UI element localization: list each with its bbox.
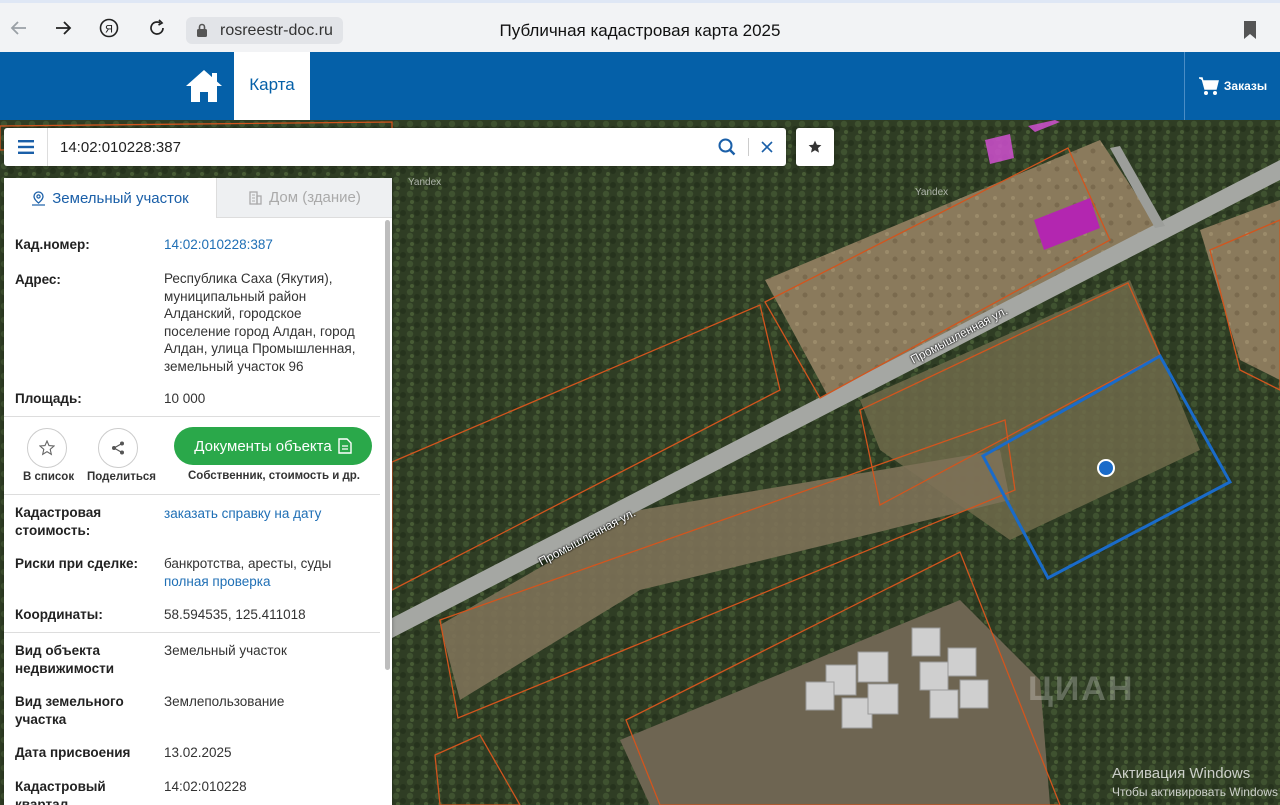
orders-label: Заказы <box>1223 79 1268 93</box>
land-type-label-line: Вид земельного <box>15 694 124 709</box>
cad-value-label: Кадастровая стоимость: <box>15 504 101 540</box>
star-icon <box>808 140 822 153</box>
share-label: Поделиться <box>87 471 157 483</box>
share-button[interactable] <box>98 428 138 468</box>
windows-notice-subtitle: Чтобы активировать Windows <box>1112 785 1278 799</box>
reload-icon[interactable] <box>144 15 170 41</box>
svg-text:Я: Я <box>105 24 113 36</box>
cad-value-label-line: стоимость: <box>15 523 91 538</box>
map-pin-icon <box>32 190 46 206</box>
divider <box>4 494 380 495</box>
object-info-panel: Земельный участок Дом (здание) Кад.номер… <box>4 178 392 805</box>
divider <box>4 416 380 417</box>
building-icon <box>249 191 262 205</box>
divider <box>4 632 380 633</box>
object-type-label-line: Вид объекта <box>15 643 101 658</box>
tab-land-label: Земельный участок <box>52 189 189 207</box>
land-type-value: Землепользование <box>164 694 285 709</box>
home-icon[interactable] <box>182 66 226 106</box>
land-type-label-line: участка <box>15 712 67 727</box>
full-check-link[interactable]: полная проверка <box>164 573 380 591</box>
date-assigned-value: 13.02.2025 <box>164 745 232 760</box>
orders-button[interactable]: Заказы <box>1184 52 1280 120</box>
search-divider <box>748 138 749 156</box>
yandex-mark: Yandex <box>408 177 442 188</box>
panel-scrollbar[interactable] <box>385 220 390 670</box>
back-arrow-icon[interactable] <box>6 15 32 41</box>
object-type-label: Вид объекта недвижимости <box>15 642 114 678</box>
share-icon <box>112 441 124 455</box>
address-line: поселение город Алдан, город <box>164 323 355 339</box>
cad-value-label-line: Кадастровая <box>15 505 102 520</box>
favorite-button[interactable] <box>796 128 834 166</box>
bookmark-icon[interactable] <box>1242 20 1258 40</box>
add-to-list-label: В список <box>23 471 75 483</box>
address-bar[interactable]: rosreestr-doc.ru <box>186 17 343 44</box>
site-header: Карта Заказы <box>0 52 1280 120</box>
address-line: Алдан, улица Промышленная, <box>164 341 356 356</box>
risks-label: Риски при сделке: <box>15 556 138 571</box>
quarter-label: Кадастровый квартал <box>15 778 106 805</box>
object-type-value: Земельный участок <box>164 643 287 658</box>
search-input[interactable] <box>60 137 660 157</box>
quarter-label-line: Кадастровый <box>15 779 106 794</box>
documents-button[interactable]: Документы объекта <box>174 427 372 465</box>
add-to-list-button[interactable] <box>27 428 67 468</box>
address-line: муниципальный район <box>164 288 307 304</box>
quarter-value: 14:02:010228 <box>164 779 247 794</box>
tab-map[interactable]: Карта <box>234 52 310 120</box>
address-line: земельный участок 96 <box>164 358 304 374</box>
quarter-label-line: квартал <box>15 797 69 805</box>
cart-icon <box>1198 77 1219 95</box>
search-bar <box>4 128 786 166</box>
tab-building[interactable]: Дом (здание) <box>216 178 392 218</box>
documents-subtitle: Собственник, стоимость и др. <box>187 470 360 482</box>
yandex-logo-icon[interactable]: Я <box>96 15 122 41</box>
document-icon <box>338 438 352 454</box>
coordinates-value: 58.594535, 125.411018 <box>164 607 306 622</box>
address-line: Алданский, городское <box>164 306 302 321</box>
tab-land-plot[interactable]: Земельный участок <box>4 178 216 218</box>
lock-icon <box>197 23 207 37</box>
windows-notice-title: Активация Windows <box>1112 765 1251 782</box>
windows-activation-notice: Активация Windows Чтобы активировать Win… <box>1112 765 1278 801</box>
panel-tabs: Земельный участок Дом (здание) <box>4 178 392 218</box>
object-type-label-line: недвижимости <box>15 661 114 676</box>
land-type-label: Вид земельного участка <box>15 693 124 729</box>
url-text: rosreestr-doc.ru <box>220 22 333 39</box>
menu-button[interactable] <box>4 128 48 166</box>
risks-value: банкротства, аресты, суды <box>164 556 332 571</box>
area-label: Площадь: <box>15 391 82 406</box>
close-icon[interactable] <box>758 138 776 156</box>
browser-toolbar: Я rosreestr-doc.ru Публичная кадастровая… <box>0 0 1280 52</box>
order-certificate-link[interactable]: заказать справку на дату <box>164 505 380 523</box>
date-assigned-label: Дата присвоения <box>15 745 131 760</box>
coordinates-label: Координаты: <box>15 607 103 622</box>
cad-number-value[interactable]: 14:02:010228:387 <box>164 236 380 254</box>
address-label: Адрес: <box>15 272 61 287</box>
area-value: 10 000 <box>164 391 206 406</box>
star-outline-icon <box>39 440 55 456</box>
forward-arrow-icon[interactable] <box>50 15 76 41</box>
documents-label: Документы объекта <box>194 437 332 455</box>
cad-number-label: Кад.номер: <box>15 237 90 252</box>
watermark-text: ЦИАН <box>1028 670 1135 708</box>
yandex-mark-2: Yandex <box>915 187 949 198</box>
address-line: Республика Саха (Якутия), <box>164 271 333 286</box>
address-value: Республика Саха (Якутия), муниципальный … <box>164 270 380 375</box>
tab-building-label: Дом (здание) <box>269 189 361 206</box>
search-icon[interactable] <box>717 137 737 157</box>
hamburger-icon <box>17 140 34 154</box>
